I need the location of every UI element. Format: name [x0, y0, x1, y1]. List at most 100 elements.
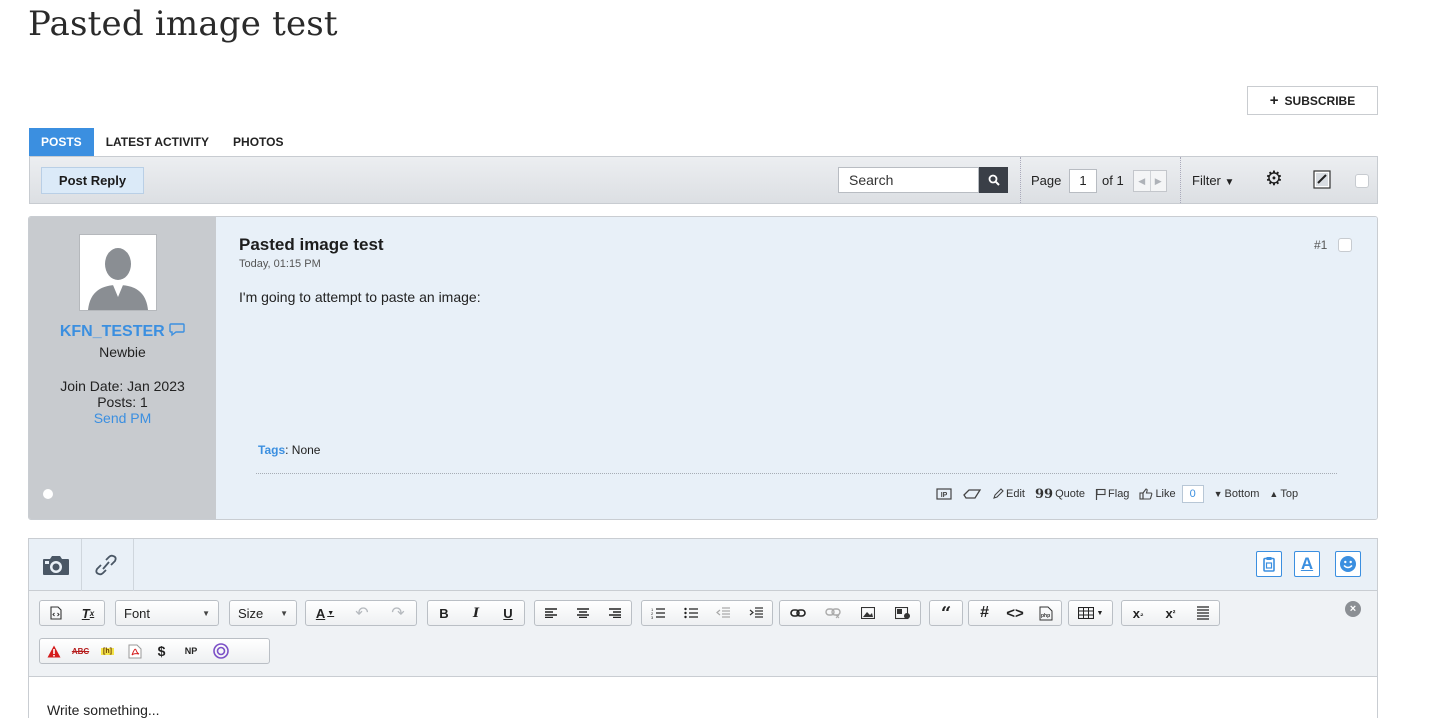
ip-icon: IP: [936, 488, 952, 500]
filter-label: Filter: [1192, 173, 1221, 188]
source-icon[interactable]: [40, 601, 72, 625]
chat-bubble-icon[interactable]: [169, 323, 185, 337]
post-date: Today, 01:15 PM: [239, 258, 321, 270]
warning-icon[interactable]: [40, 639, 67, 663]
clipboard-icon: [1263, 557, 1275, 572]
pdf-icon[interactable]: [121, 639, 148, 663]
arrow-up-icon: ▲: [1269, 489, 1279, 499]
hashtag-icon[interactable]: #: [969, 601, 1000, 625]
tab-photos[interactable]: PHOTOS: [221, 128, 295, 156]
highlight-icon[interactable]: [h]: [94, 639, 121, 663]
tab-latest-activity[interactable]: LATEST ACTIVITY: [94, 128, 221, 156]
align-right-icon[interactable]: [599, 601, 631, 625]
size-select[interactable]: Size ▼: [229, 600, 297, 626]
italic-icon[interactable]: I: [460, 601, 492, 625]
avatar[interactable]: [79, 234, 157, 311]
code-icon[interactable]: <>: [1000, 601, 1031, 625]
post-content: I'm going to attempt to paste an image:: [239, 289, 481, 305]
align-left-icon[interactable]: [535, 601, 567, 625]
align-group: [534, 600, 632, 626]
bottom-link[interactable]: ▼ Bottom: [1214, 488, 1260, 500]
bullet-list-icon[interactable]: [675, 601, 708, 625]
smilies-button[interactable]: [1335, 551, 1361, 577]
editor-textarea[interactable]: Write something...: [47, 702, 160, 718]
ip-button[interactable]: IP: [936, 488, 952, 500]
camera-icon[interactable]: [41, 554, 71, 576]
no-parse-icon[interactable]: NP: [175, 639, 207, 663]
font-select[interactable]: Font ▼: [115, 600, 219, 626]
redo-icon[interactable]: ↷: [380, 601, 416, 625]
infraction-icon: [963, 489, 982, 499]
post-select-checkbox[interactable]: [1338, 238, 1352, 252]
thumbs-up-icon: [1139, 488, 1153, 500]
subscript-icon[interactable]: x₂: [1122, 601, 1154, 625]
text-color-picker-icon[interactable]: A ▼: [306, 601, 344, 625]
online-status-icon: [43, 489, 53, 499]
smiley-icon: [1340, 556, 1356, 572]
unlink-icon[interactable]: [815, 601, 850, 625]
text-format-button[interactable]: A: [1294, 551, 1320, 577]
link-insert-icon[interactable]: [780, 601, 815, 625]
username-link[interactable]: KFN_TESTER: [60, 323, 165, 340]
underline-icon[interactable]: U: [492, 601, 524, 625]
remove-format-icon[interactable]: Tx: [72, 601, 104, 625]
subscribe-label: SUBSCRIBE: [1284, 93, 1356, 108]
search-input[interactable]: Search: [838, 167, 979, 193]
dollar-icon[interactable]: $: [148, 639, 175, 663]
mention-icon[interactable]: [207, 639, 234, 663]
gear-icon[interactable]: ⚙: [1265, 169, 1283, 189]
post-number[interactable]: #1: [1314, 238, 1327, 252]
blockquote-icon[interactable]: “: [930, 601, 962, 625]
script-group: x₂ x²: [1121, 600, 1220, 626]
post-divider: [256, 473, 1337, 474]
link-icon[interactable]: [93, 553, 119, 577]
edit-post-icon[interactable]: [1313, 170, 1331, 189]
post-reply-button[interactable]: Post Reply: [41, 167, 144, 194]
indent-icon[interactable]: [740, 601, 773, 625]
caret-down-icon: ▼: [280, 608, 288, 618]
subscribe-button[interactable]: + SUBSCRIBE: [1247, 86, 1378, 115]
ordered-list-icon[interactable]: 123: [642, 601, 675, 625]
tab-bar: POSTS LATEST ACTIVITY PHOTOS: [29, 128, 296, 156]
table-group[interactable]: ▼: [1068, 600, 1113, 626]
undo-icon[interactable]: ↶: [344, 601, 380, 625]
edit-label: Edit: [1006, 488, 1025, 500]
editor-divider: [81, 539, 82, 591]
horizontal-rule-icon[interactable]: [1187, 601, 1219, 625]
bold-icon[interactable]: B: [428, 601, 460, 625]
clipboard-button[interactable]: [1256, 551, 1282, 577]
strikethrough-icon[interactable]: ABC: [67, 639, 94, 663]
image-icon[interactable]: [850, 601, 885, 625]
video-icon[interactable]: [885, 601, 920, 625]
bottom-label: Bottom: [1224, 488, 1260, 500]
flag-button[interactable]: Flag: [1095, 488, 1129, 500]
php-icon[interactable]: php: [1030, 601, 1061, 625]
svg-text:IP: IP: [941, 492, 948, 499]
tags-label[interactable]: Tags: [258, 443, 285, 457]
filter-button[interactable]: Filter ▼: [1192, 173, 1234, 188]
pager: ◀ ▶: [1133, 170, 1167, 192]
page-number-input[interactable]: 1: [1069, 169, 1097, 193]
caret-down-icon: ▼: [1224, 177, 1235, 188]
quote-insert-group: “: [929, 600, 963, 626]
outdent-icon[interactable]: [707, 601, 740, 625]
top-link[interactable]: ▲ Top: [1269, 488, 1298, 500]
color-undo-group: A ▼ ↶ ↷: [305, 600, 417, 626]
tab-posts[interactable]: POSTS: [29, 128, 94, 156]
search-button[interactable]: [979, 167, 1008, 193]
like-button[interactable]: Like 0: [1139, 485, 1204, 503]
edit-button[interactable]: Edit: [992, 488, 1025, 500]
close-toolbar-icon[interactable]: ×: [1345, 601, 1361, 617]
select-all-checkbox[interactable]: [1355, 174, 1369, 188]
arrow-down-icon: ▼: [1213, 489, 1223, 499]
like-count-badge: 0: [1181, 485, 1204, 503]
username-row: KFN_TESTER: [29, 323, 216, 341]
infraction-button[interactable]: [962, 488, 982, 500]
prev-page-icon[interactable]: ◀: [1134, 171, 1151, 191]
source-group: Tx: [39, 600, 105, 626]
quote-button[interactable]: 99 Quote: [1035, 487, 1085, 502]
next-page-icon[interactable]: ▶: [1151, 171, 1167, 191]
send-pm-link[interactable]: Send PM: [29, 410, 216, 426]
superscript-icon[interactable]: x²: [1154, 601, 1186, 625]
align-center-icon[interactable]: [567, 601, 599, 625]
